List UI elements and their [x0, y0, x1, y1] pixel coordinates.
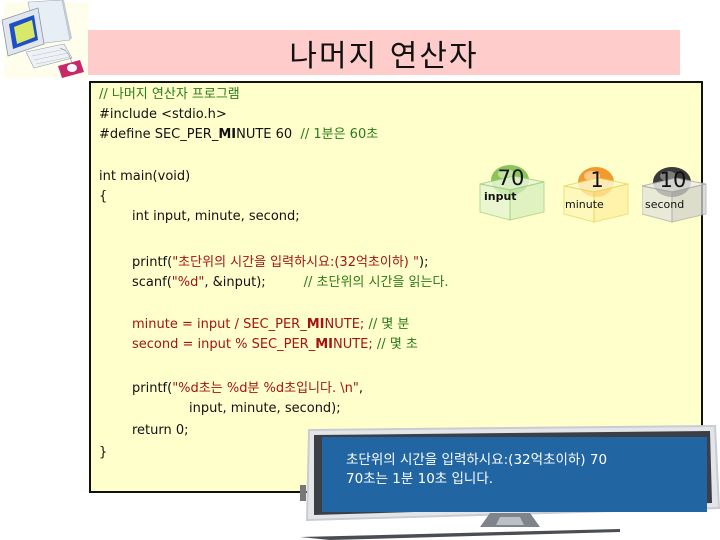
code-return-line: return 0;: [132, 423, 189, 438]
variable-label-input: input: [484, 190, 517, 203]
code-second-line: second = input % SEC_PER_MINUTE; // 몇 초: [132, 337, 418, 353]
variable-value-minute: 1: [590, 168, 604, 192]
console-text: 초단위의 시간을 입력하시요:(32억초이하) 70 70초는 1분 10초 입니…: [346, 451, 607, 489]
code-string: "%d": [171, 275, 205, 290]
code-token: printf(: [132, 255, 173, 270]
code-string: "%d초는 %d분 %d초입니다. \n": [172, 381, 359, 396]
code-printf-prompt-line: printf("초단위의 시간을 입력하시요:(32억초이하) ");: [132, 255, 428, 271]
code-token: second = input % SEC_PER_: [132, 337, 316, 352]
console-line-1: 초단위의 시간을 입력하시요:(32억초이하) 70: [346, 452, 608, 468]
code-include-line: #include <stdio.h>: [99, 107, 227, 122]
variable-box-minute: 1 minute: [560, 162, 634, 224]
code-open-brace: {: [99, 189, 108, 204]
code-token: printf(: [132, 381, 173, 396]
code-comment-line: // 나머지 연산자 프로그램: [99, 87, 240, 102]
code-token: NUTE;: [333, 337, 377, 352]
code-printf-result-line: printf("%d초는 %d분 %d초입니다. \n",: [132, 381, 363, 397]
code-comment: // 초단위의 시간을 읽는다.: [303, 275, 449, 290]
variable-box-second: 10 second: [642, 162, 716, 224]
variable-label-second: second: [645, 198, 685, 211]
code-minute-line: minute = input / SEC_PER_MINUTE; // 몇 분: [132, 317, 409, 333]
code-token: MI: [218, 127, 237, 142]
variable-label-minute: minute: [565, 198, 604, 211]
code-token: ,: [358, 381, 363, 396]
code-main-line: int main(void): [99, 169, 191, 184]
slide-title-bar: 나머지 연산자: [88, 30, 680, 75]
code-scanf-line: scanf("%d", &input); // 초단위의 시간을 읽는다.: [132, 275, 449, 291]
code-token: , &input);: [204, 275, 266, 290]
slide-title: 나머지 연산자: [289, 38, 479, 74]
code-token: );: [419, 255, 429, 270]
code-token: scanf(: [132, 275, 172, 290]
code-close-brace: }: [99, 445, 108, 460]
code-declaration-line: int input, minute, second;: [132, 209, 300, 224]
variable-value-second: 10: [659, 168, 687, 192]
code-token: #define SEC_PER_: [99, 127, 219, 142]
variable-value-input: 70: [497, 166, 525, 190]
computer-clipart-icon: [0, 0, 90, 82]
code-string: "초단위의 시간을 입력하시요:(32억초이하) ": [172, 255, 419, 270]
variable-box-input: 70 input: [474, 160, 548, 222]
code-printf-args-line: input, minute, second);: [189, 401, 341, 416]
console-line-2: 70초는 1분 10초 입니다.: [346, 471, 494, 487]
code-comment: // 몇 초: [376, 337, 418, 352]
code-token: MI: [306, 317, 325, 332]
console-output-monitor: 초단위의 시간을 입력하시요:(32억초이하) 70 70초는 1분 10초 입니…: [300, 421, 720, 540]
code-token: minute = input / SEC_PER_: [132, 317, 307, 332]
code-token: NUTE 60: [236, 127, 301, 142]
code-comment: // 몇 분: [368, 317, 410, 332]
code-token: NUTE;: [324, 317, 369, 332]
code-define-line: #define SEC_PER_MINUTE 60 // 1분은 60초: [99, 127, 378, 143]
code-comment: // 1분은 60초: [300, 127, 379, 142]
code-token: MI: [315, 337, 333, 352]
